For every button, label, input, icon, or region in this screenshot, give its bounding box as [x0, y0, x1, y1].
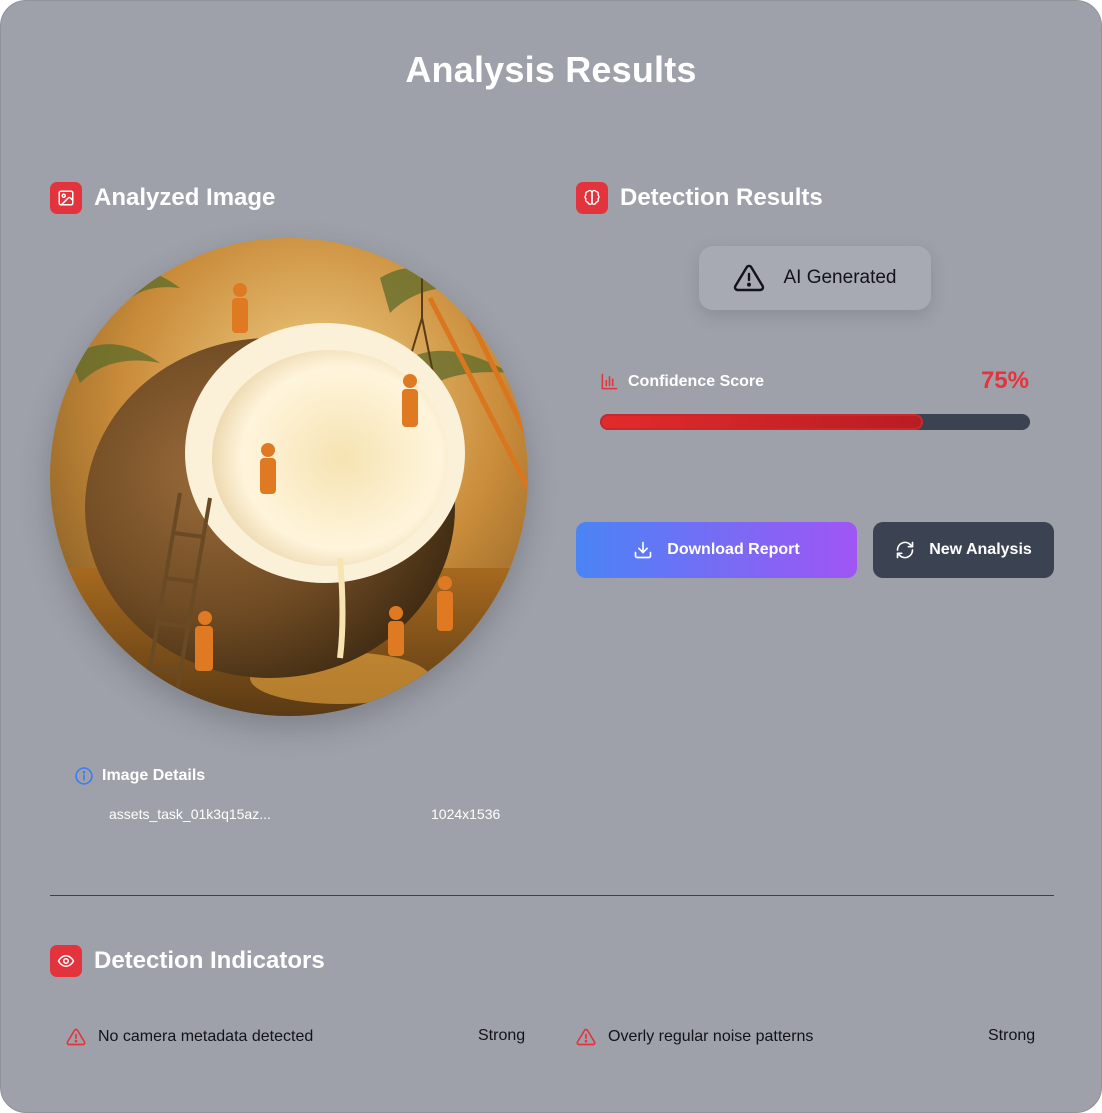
image-details-title: Image Details — [102, 767, 206, 784]
download-report-label: Download Report — [667, 541, 800, 558]
download-icon — [634, 541, 652, 559]
indicator-item: Overly regular noise patterns — [576, 1025, 813, 1049]
info-icon — [75, 767, 93, 785]
refresh-icon — [896, 541, 914, 559]
indicator-strength: Strong — [988, 1027, 1036, 1044]
indicator-label: No camera metadata detected — [98, 1028, 314, 1045]
results-card: Analysis Results Analyzed Image Image De… — [0, 0, 1102, 1113]
new-analysis-label: New Analysis — [929, 541, 1032, 558]
confidence-label: Confidence Score — [628, 372, 765, 390]
detection-indicators-title: Detection Indicators — [94, 947, 325, 974]
page-title: Analysis Results — [405, 49, 697, 90]
bar-chart-icon — [601, 373, 618, 390]
analyzed-image — [50, 238, 528, 716]
detection-results-heading: Detection Results — [576, 182, 823, 214]
download-report-button[interactable]: Download Report — [576, 522, 857, 578]
new-analysis-button[interactable]: New Analysis — [873, 522, 1054, 578]
verdict-badge: AI Generated — [699, 246, 931, 310]
confidence-value: 75% — [980, 367, 1029, 394]
image-icon — [50, 182, 82, 214]
detection-results-title: Detection Results — [620, 184, 823, 211]
eye-icon — [50, 945, 82, 977]
verdict-label: AI Generated — [783, 267, 897, 288]
confidence-heading: Confidence Score — [600, 372, 764, 391]
image-details-heading: Image Details — [74, 766, 205, 786]
indicator-item: No camera metadata detected — [66, 1025, 313, 1049]
analyzed-image-heading: Analyzed Image — [50, 182, 275, 214]
indicator-label: Overly regular noise patterns — [608, 1028, 814, 1045]
warning-triangle-icon — [66, 1028, 86, 1046]
section-divider — [50, 895, 1054, 896]
warning-triangle-icon — [734, 264, 765, 292]
image-dimensions: 1024x1536 — [431, 806, 501, 822]
brain-icon — [576, 182, 608, 214]
analyzed-image-title: Analyzed Image — [94, 184, 276, 211]
confidence-bar-fill — [600, 414, 923, 430]
detection-indicators-heading: Detection Indicators — [50, 945, 325, 977]
confidence-bar — [600, 414, 1030, 430]
warning-triangle-icon — [576, 1028, 596, 1046]
indicator-strength: Strong — [478, 1027, 526, 1044]
image-file-name: assets_task_01k3q15az... — [109, 806, 271, 822]
